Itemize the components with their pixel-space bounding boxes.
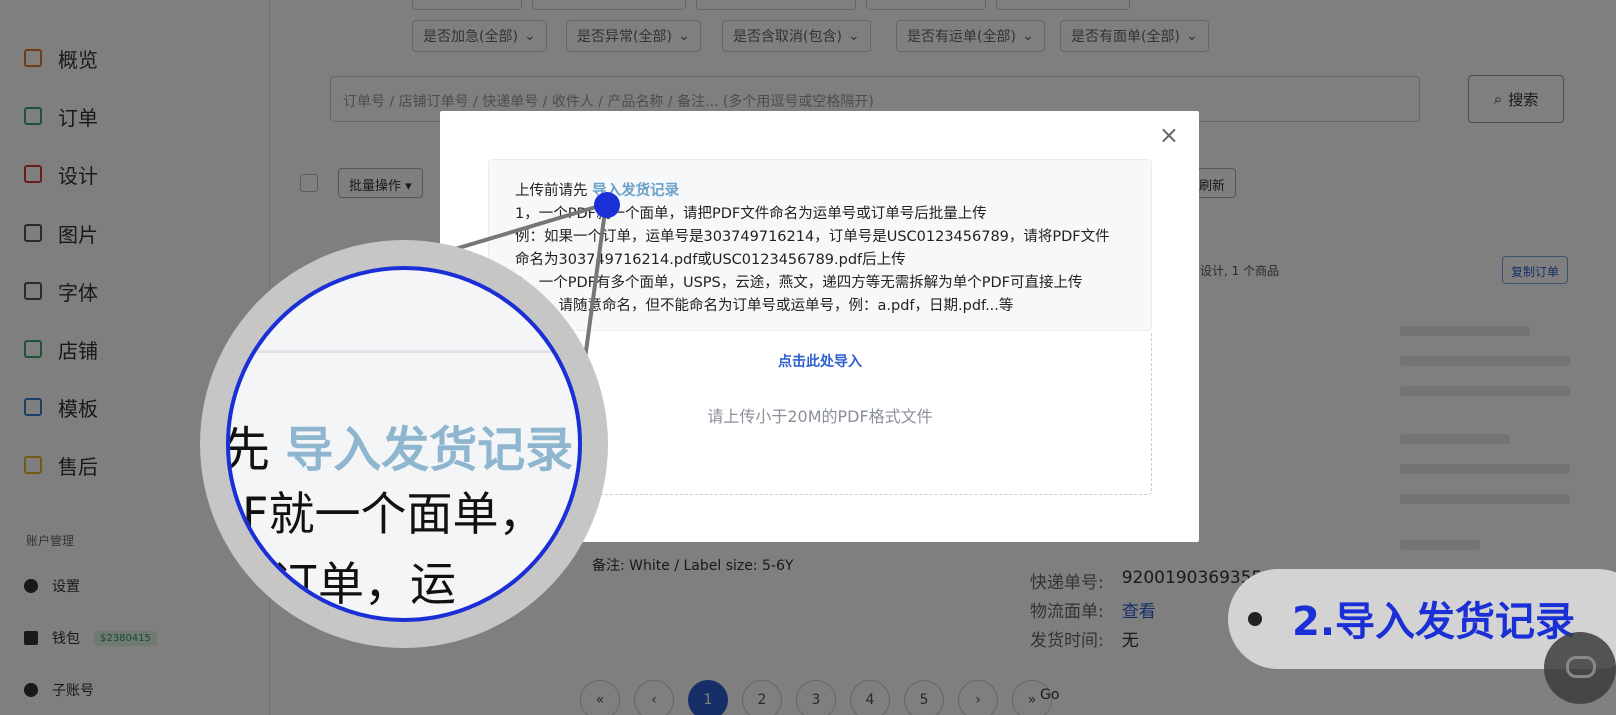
magnified-text: F就一个面单， [242,487,545,541]
upload-instructions: 上传前请先 导入发货记录 1，一个PDF就一个面单，请把PDF文件命名为运单号或… [488,159,1152,331]
instruction-line: 命名为303749716214.pdf或USC0123456789.pdf后上传 [515,252,906,268]
instruction-line: 注意：请随意命名，但不能命名为订单号或运单号，例：a.pdf，日期.pdf...… [515,298,1014,314]
bullet-icon [1248,612,1262,626]
step-label-text: 2.导入发货记录 [1292,599,1576,645]
click-indicator-dot [594,192,620,218]
chat-support-button[interactable] [1544,632,1616,704]
magnified-link: 导入发货记录 [285,422,574,478]
magnified-prefix: 先 [226,422,271,478]
magnified-text: 先 导入发货记录 [226,410,574,480]
intro-text: 上传前请先 [515,183,588,199]
close-icon[interactable]: × [1159,123,1179,147]
instruction-line: 例：如果一个订单，运单号是303749716214，订单号是USC0123456… [515,229,1110,245]
magnifier-lens: 先 导入发货记录 F就一个面单， 个订单，运 [226,266,582,622]
magnified-text: 个订单，运 [226,557,456,611]
magnifier-divider [230,350,578,353]
instruction-line: 2，一个PDF有多个面单，USPS，云途，燕文，递四方等无需拆解为单个PDF可直… [515,275,1083,291]
chat-icon [1566,656,1596,678]
